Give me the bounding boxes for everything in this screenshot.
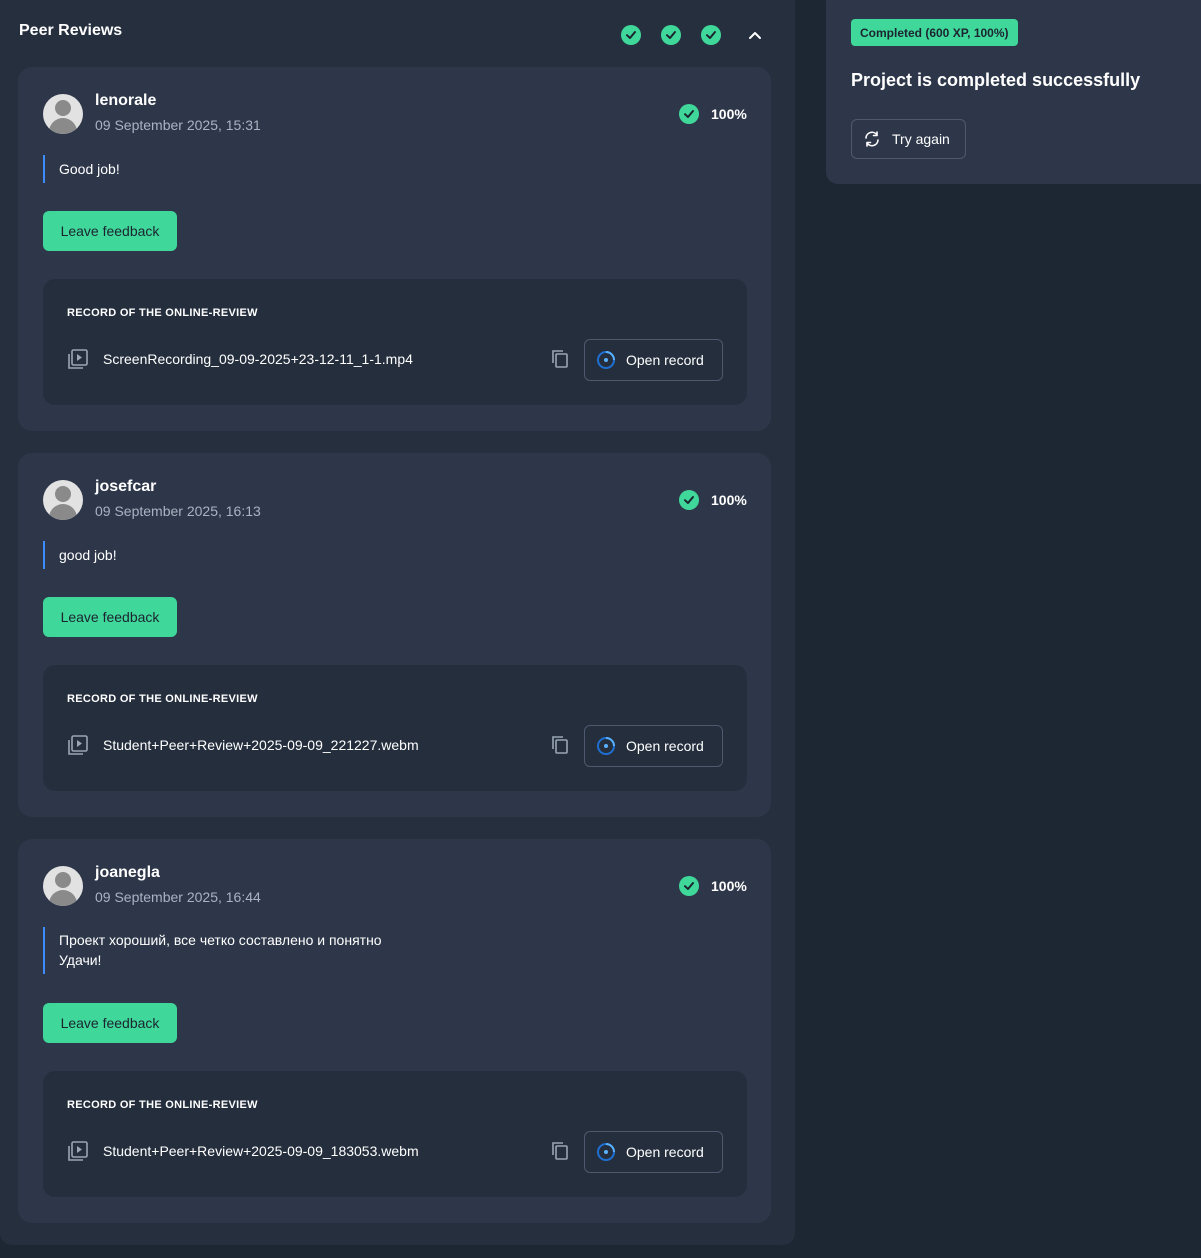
check-icon bbox=[661, 25, 681, 45]
project-status-panel: Completed (600 XP, 100%) Project is comp… bbox=[826, 0, 1201, 184]
comment-line: good job! bbox=[59, 547, 117, 563]
review-comment: Good job! bbox=[43, 155, 120, 183]
check-icon bbox=[701, 25, 721, 45]
avatar bbox=[43, 866, 83, 906]
open-record-button[interactable]: Open record bbox=[584, 725, 723, 767]
try-again-label: Try again bbox=[892, 131, 950, 147]
record-spinner-icon bbox=[597, 737, 615, 755]
reviewer-name: joanegla bbox=[95, 864, 160, 881]
status-badge: Completed (600 XP, 100%) bbox=[851, 19, 1018, 46]
score-value: 100% bbox=[711, 106, 747, 122]
review-score: 100% bbox=[679, 876, 747, 896]
copy-icon[interactable] bbox=[550, 735, 570, 755]
record-file-name: ScreenRecording_09-09-2025+23-12-11_1-1.… bbox=[103, 351, 413, 367]
record-spinner-icon bbox=[597, 351, 615, 369]
video-file-icon bbox=[68, 735, 88, 755]
record-file-name: Student+Peer+Review+2025-09-09_183053.we… bbox=[103, 1143, 419, 1159]
review-comment: Проект хороший, все четко составлено и п… bbox=[43, 927, 382, 974]
comment-line: Проект хороший, все четко составлено и п… bbox=[59, 932, 382, 948]
copy-icon[interactable] bbox=[550, 1141, 570, 1161]
check-icon bbox=[679, 104, 699, 124]
video-file-icon bbox=[68, 1141, 88, 1161]
review-status-checks bbox=[621, 25, 721, 45]
open-record-button[interactable]: Open record bbox=[584, 339, 723, 381]
review-card: joanegla 09 September 2025, 16:44 100% П… bbox=[18, 839, 771, 1223]
score-value: 100% bbox=[711, 492, 747, 508]
reviewer-name: lenorale bbox=[95, 92, 157, 109]
reviewer-name: josefcar bbox=[95, 478, 157, 495]
avatar bbox=[43, 94, 83, 134]
check-icon bbox=[621, 25, 641, 45]
record-label: RECORD OF THE ONLINE-REVIEW bbox=[67, 693, 258, 705]
avatar bbox=[43, 480, 83, 520]
leave-feedback-button[interactable]: Leave feedback bbox=[43, 1003, 177, 1043]
open-record-label: Open record bbox=[626, 738, 704, 754]
record-box: RECORD OF THE ONLINE-REVIEW Student+Peer… bbox=[43, 1071, 747, 1197]
peer-reviews-title: Peer Reviews bbox=[19, 22, 123, 39]
record-label: RECORD OF THE ONLINE-REVIEW bbox=[67, 307, 258, 319]
open-record-label: Open record bbox=[626, 1144, 704, 1160]
score-value: 100% bbox=[711, 878, 747, 894]
check-icon bbox=[679, 490, 699, 510]
record-spinner-icon bbox=[597, 1143, 615, 1161]
comment-line: Good job! bbox=[59, 161, 120, 177]
check-icon bbox=[679, 876, 699, 896]
leave-feedback-button[interactable]: Leave feedback bbox=[43, 211, 177, 251]
review-comment: good job! bbox=[43, 541, 117, 569]
open-record-label: Open record bbox=[626, 352, 704, 368]
leave-feedback-button[interactable]: Leave feedback bbox=[43, 597, 177, 637]
chevron-up-icon[interactable] bbox=[745, 26, 765, 44]
record-box: RECORD OF THE ONLINE-REVIEW ScreenRecord… bbox=[43, 279, 747, 405]
review-card: lenorale 09 September 2025, 15:31 100% G… bbox=[18, 67, 771, 431]
review-date: 09 September 2025, 16:13 bbox=[95, 503, 261, 519]
try-again-button[interactable]: Try again bbox=[851, 119, 966, 159]
review-date: 09 September 2025, 15:31 bbox=[95, 117, 261, 133]
refresh-icon bbox=[865, 131, 879, 147]
open-record-button[interactable]: Open record bbox=[584, 1131, 723, 1173]
comment-line: Удачи! bbox=[59, 952, 102, 968]
video-file-icon bbox=[68, 349, 88, 369]
review-score: 100% bbox=[679, 490, 747, 510]
copy-icon[interactable] bbox=[550, 349, 570, 369]
record-box: RECORD OF THE ONLINE-REVIEW Student+Peer… bbox=[43, 665, 747, 791]
review-score: 100% bbox=[679, 104, 747, 124]
status-title: Project is completed successfully bbox=[851, 70, 1141, 90]
review-date: 09 September 2025, 16:44 bbox=[95, 889, 261, 905]
record-label: RECORD OF THE ONLINE-REVIEW bbox=[67, 1099, 258, 1111]
record-file-name: Student+Peer+Review+2025-09-09_221227.we… bbox=[103, 737, 419, 753]
review-card: josefcar 09 September 2025, 16:13 100% g… bbox=[18, 453, 771, 817]
